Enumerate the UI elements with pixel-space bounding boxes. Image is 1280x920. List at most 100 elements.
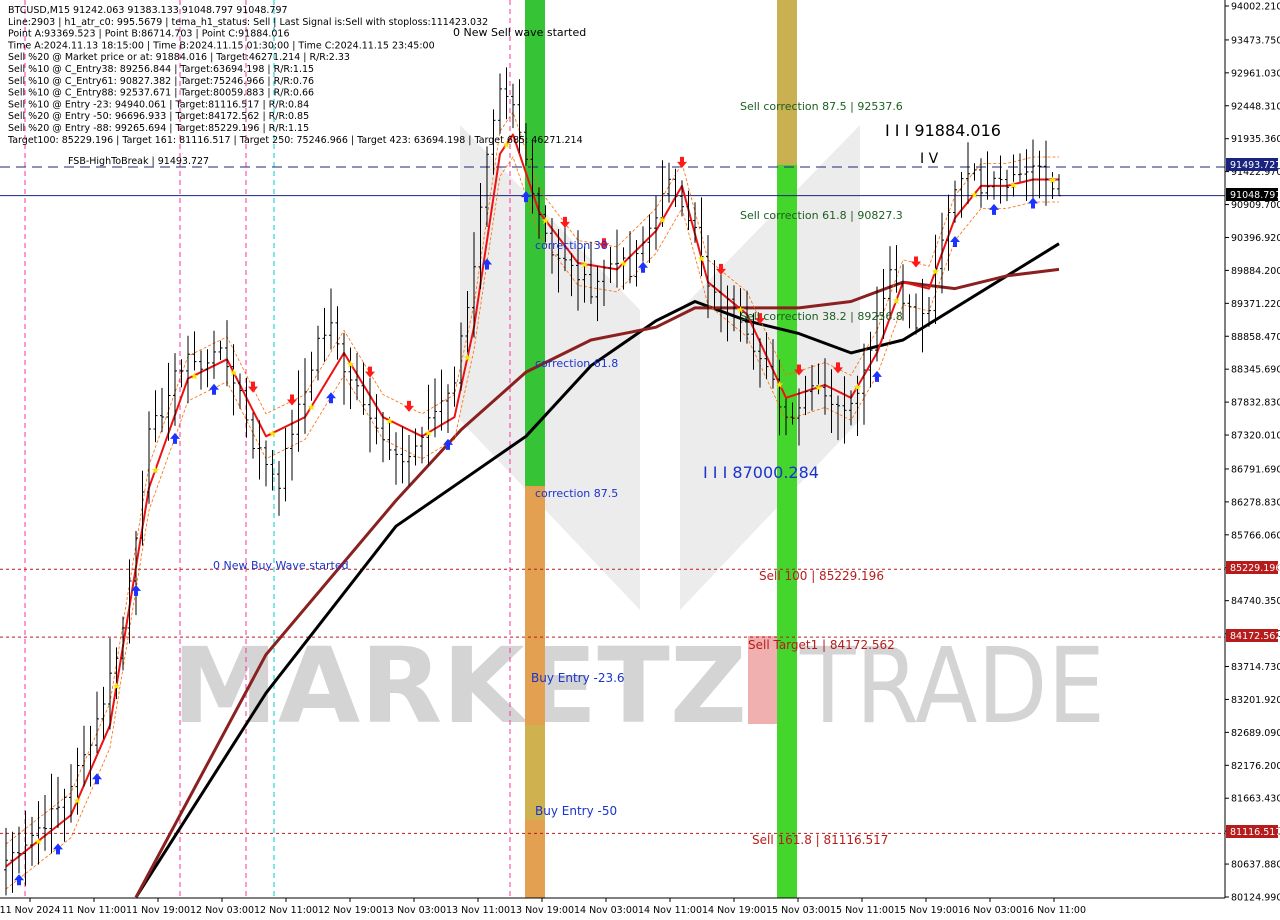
current-price-badge-value: 91048.797 bbox=[1230, 190, 1280, 201]
price-tick-label: 81663.430 bbox=[1231, 794, 1280, 805]
info-line: Sell %10 @ C_Entry88: 92537.671 | Target… bbox=[8, 88, 314, 99]
sell-target1-label: Sell Target1 | 84172.562 bbox=[748, 638, 895, 652]
price-tick-label: 89371.220 bbox=[1231, 299, 1280, 310]
sell-correction-61-label: Sell correction 61.8 | 90827.3 bbox=[740, 209, 903, 222]
time-tick-label: 11 Nov 19:00 bbox=[126, 905, 190, 916]
price-tick-label: 87832.830 bbox=[1231, 398, 1280, 409]
price-tick-label: 84740.350 bbox=[1231, 596, 1280, 607]
star-icon: ★ bbox=[853, 383, 862, 394]
star-icon: ★ bbox=[970, 190, 979, 201]
time-tick-label: 13 Nov 03:00 bbox=[382, 905, 446, 916]
price-tick-label: 89884.200 bbox=[1231, 266, 1280, 277]
buy-wave-label: 0 New Buy Wave started bbox=[213, 559, 349, 572]
fsb-badge-value: 91493.727 bbox=[1230, 160, 1280, 171]
time-tick-label: 15 Nov 19:00 bbox=[894, 905, 958, 916]
point-c-label: I I I 91884.016 bbox=[885, 121, 1001, 140]
star-icon: ★ bbox=[619, 259, 628, 270]
time-tick-label: 16 Nov 03:00 bbox=[958, 905, 1022, 916]
star-icon: ★ bbox=[385, 416, 394, 427]
price-chart[interactable]: MARKETZ TRADE ★★★★★ ★★★★★★★★★★ ★★★★★ ★ ★★★★★… bbox=[0, 0, 1280, 920]
fsb-badge: 91493.727 bbox=[1226, 158, 1280, 171]
sell-correction-87-label: Sell correction 87.5 | 92537.6 bbox=[740, 100, 903, 113]
price-tick-label: 92961.030 bbox=[1231, 68, 1280, 79]
time-tick-label: 12 Nov 19:00 bbox=[318, 905, 382, 916]
info-line: Sell %20 @ Entry -88: 99265.694 | Target… bbox=[8, 123, 309, 134]
info-line: Sell %10 @ Entry -23: 94940.061 | Target… bbox=[8, 99, 309, 110]
price-tick-label: 86278.830 bbox=[1231, 497, 1280, 508]
sell-target1-badge: 84172.562 bbox=[1226, 629, 1280, 642]
star-icon: ★ bbox=[229, 368, 238, 379]
fsb-label: FSB-HighToBreak | 91493.727 bbox=[68, 156, 209, 167]
sell-100-badge-value: 85229.196 bbox=[1230, 563, 1280, 574]
star-icon: ★ bbox=[112, 682, 121, 693]
star-icon: ★ bbox=[541, 216, 550, 227]
star-icon: ★ bbox=[1048, 175, 1057, 186]
correction-38-label: correction 38 bbox=[535, 239, 608, 252]
price-tick-label: 92448.310 bbox=[1231, 101, 1280, 112]
sell-161-badge: 81116.517 bbox=[1226, 825, 1280, 838]
star-icon: ★ bbox=[697, 254, 706, 265]
time-tick-label: 15 Nov 03:00 bbox=[766, 905, 830, 916]
buy-entry-50-label: Buy Entry -50 bbox=[535, 804, 617, 818]
info-line: Target100: 85229.196 | Target 161: 81116… bbox=[7, 135, 583, 146]
sell-100-label: Sell 100 | 85229.196 bbox=[759, 569, 884, 583]
star-icon: ★ bbox=[814, 383, 823, 394]
info-line: Line:2903 | h1_atr_c0: 995.5679 | tema_h… bbox=[8, 17, 488, 28]
sell-161-badge-value: 81116.517 bbox=[1230, 827, 1280, 838]
info-line: Sell %20 @ Entry -50: 96696.933 | Target… bbox=[8, 111, 309, 122]
price-tick-label: 80637.880 bbox=[1231, 860, 1280, 871]
info-line: BTCUSD,M15 91242.063 91383.133 91048.797… bbox=[8, 5, 288, 16]
correction-61-label: correction 61.8 bbox=[535, 357, 618, 370]
current-price-badge: 91048.797 bbox=[1226, 188, 1280, 201]
star-icon: ★ bbox=[658, 216, 667, 227]
sell-161-label: Sell 161.8 | 81116.517 bbox=[752, 833, 888, 847]
time-tick-label: 14 Nov 11:00 bbox=[638, 905, 702, 916]
time-tick-label: 11 Nov 2024 bbox=[0, 905, 60, 916]
sell-correction-38-label: Sell correction 38.2 | 89256.8 bbox=[740, 310, 903, 323]
price-tick-label: 82689.090 bbox=[1231, 728, 1280, 739]
star-icon: ★ bbox=[892, 296, 901, 307]
star-icon: ★ bbox=[151, 465, 160, 476]
time-tick-label: 12 Nov 03:00 bbox=[190, 905, 254, 916]
info-line: Sell %10 @ C_Entry61: 90827.382 | Target… bbox=[8, 76, 314, 87]
star-icon: ★ bbox=[34, 837, 43, 848]
price-tick-label: 90396.920 bbox=[1231, 233, 1280, 244]
star-icon: ★ bbox=[931, 267, 940, 278]
info-line: Sell %20 @ Market price or at: 91884.016… bbox=[8, 52, 350, 63]
time-tick-label: 13 Nov 11:00 bbox=[446, 905, 510, 916]
point-b-label: I I I 87000.284 bbox=[703, 463, 819, 482]
time-tick-label: 14 Nov 03:00 bbox=[574, 905, 638, 916]
info-line: Sell %10 @ C_Entry38: 89256.844 | Target… bbox=[8, 64, 314, 75]
star-icon: ★ bbox=[463, 353, 472, 364]
time-tick-label: 11 Nov 11:00 bbox=[62, 905, 126, 916]
price-tick-label: 88345.690 bbox=[1231, 365, 1280, 376]
orange-zone-left bbox=[525, 486, 545, 898]
olive-zone-right bbox=[777, 0, 797, 165]
star-icon: ★ bbox=[775, 380, 784, 391]
correction-87-label: correction 87.5 bbox=[535, 487, 618, 500]
sell-wave-label: 0 New Sell wave started bbox=[453, 26, 586, 39]
price-tick-label: 80124.990 bbox=[1231, 893, 1280, 904]
star-icon: ★ bbox=[580, 260, 589, 271]
star-icon: ★ bbox=[346, 360, 355, 371]
time-tick-label: 14 Nov 19:00 bbox=[702, 905, 766, 916]
buy-entry-23-label: Buy Entry -23.6 bbox=[531, 671, 625, 685]
price-tick-label: 82176.200 bbox=[1231, 761, 1280, 772]
price-tick-label: 85766.060 bbox=[1231, 530, 1280, 541]
star-icon: ★ bbox=[424, 428, 433, 439]
time-tick-label: 12 Nov 11:00 bbox=[254, 905, 318, 916]
price-tick-label: 83714.730 bbox=[1231, 662, 1280, 673]
star-icon: ★ bbox=[1009, 180, 1018, 191]
price-tick-label: 83201.920 bbox=[1231, 695, 1280, 706]
info-line: Point A:93369.523 | Point B:86714.703 | … bbox=[8, 29, 290, 40]
time-tick-label: 16 Nov 11:00 bbox=[1022, 905, 1086, 916]
price-tick-label: 94002.210 bbox=[1231, 2, 1280, 13]
star-icon: ★ bbox=[268, 429, 277, 440]
time-tick-label: 15 Nov 11:00 bbox=[830, 905, 894, 916]
info-line: Time A:2024.11.13 18:15:00 | Time B:2024… bbox=[7, 40, 435, 51]
time-tick-label: 13 Nov 19:00 bbox=[510, 905, 574, 916]
star-icon: ★ bbox=[307, 402, 316, 413]
price-tick-label: 91935.360 bbox=[1231, 134, 1280, 145]
star-icon: ★ bbox=[73, 796, 82, 807]
point-c-mark: I V bbox=[920, 151, 939, 167]
